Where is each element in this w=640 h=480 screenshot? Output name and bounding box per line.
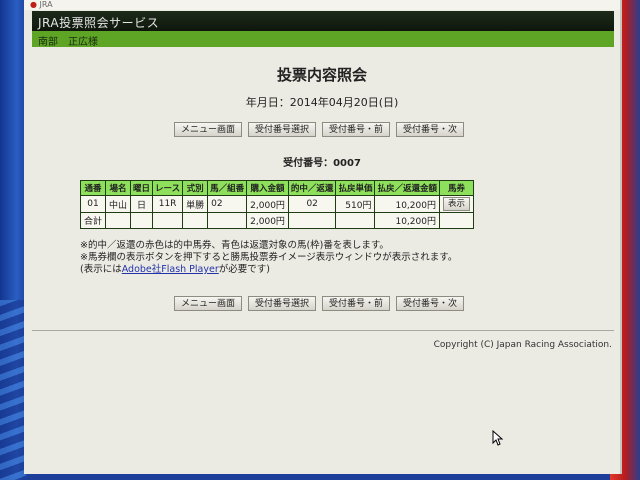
- header-bar: JRA投票照会サービス: [32, 11, 614, 31]
- background-swirl: [0, 300, 26, 480]
- notes: ※的中／返還の赤色は的中馬券、青色は返還対象の馬(枠)番を表します。 ※馬券欄の…: [80, 240, 457, 276]
- cell-type: 単勝: [182, 195, 209, 213]
- table-total-row: 合計 2,000円 10,200円: [79, 212, 474, 229]
- mouse-cursor-icon: [492, 430, 504, 446]
- col-type: 式別: [182, 180, 209, 196]
- receipt-next-button[interactable]: 受付番号・次: [396, 296, 465, 311]
- col-unit: 払戻単価: [335, 180, 376, 196]
- col-day: 曜日: [130, 180, 154, 196]
- page: ● JRA JRA投票照会サービス 南部 正広様 投票内容照会 年月日：2014…: [24, 0, 622, 474]
- service-title: JRA投票照会サービス: [38, 16, 160, 30]
- cell-seq: 01: [79, 195, 107, 213]
- cell-combo: 02: [207, 195, 248, 213]
- col-seq: 通番: [79, 180, 107, 196]
- col-venue: 場名: [105, 180, 132, 196]
- cell-total-label: 合計: [79, 212, 107, 229]
- user-name: 南部 正広様: [38, 37, 98, 48]
- receipt-select-button[interactable]: 受付番号選択: [248, 296, 317, 311]
- date-line: 年月日：2014年04月20日(日): [245, 96, 399, 109]
- cell-ticket: 表示: [438, 195, 474, 213]
- divider: [32, 330, 614, 331]
- page-title: 投票内容照会: [276, 66, 367, 84]
- flash-player-link[interactable]: Adobe社Flash Player: [122, 264, 219, 275]
- cell-unit: 510円: [335, 195, 376, 213]
- table-header-row: 通番 場名 曜日 レース 式別 馬／組番 購入金額 的中／返還 払戻単価 払戻／…: [79, 180, 474, 196]
- ticket-show-button[interactable]: 表示: [442, 197, 470, 211]
- receipt-number: 受付番号：0007: [283, 158, 361, 169]
- cell-race: 11R: [152, 195, 184, 213]
- cell-total-payout: 10,200円: [374, 212, 440, 229]
- top-strip: ● JRA: [24, 0, 620, 10]
- col-amount: 購入金額: [246, 180, 289, 196]
- receipt-prev-button[interactable]: 受付番号・前: [322, 296, 391, 311]
- cell-hit: 02: [287, 195, 337, 213]
- cell-day: 日: [130, 195, 154, 213]
- col-combo: 馬／組番: [207, 180, 248, 196]
- receipt-next-button[interactable]: 受付番号・次: [396, 122, 465, 137]
- user-bar: 南部 正広様: [32, 31, 614, 48]
- note-line-2: ※馬券欄の表示ボタンを押下すると勝馬投票券イメージ表示ウィンドウが表示されます。: [80, 252, 458, 263]
- receipt-select-button[interactable]: 受付番号選択: [248, 122, 317, 137]
- note-line-3: (表示にはAdobe社Flash Playerが必要です): [80, 264, 270, 275]
- col-race: レース: [152, 180, 184, 196]
- note-line-1: ※的中／返還の赤色は的中馬券、青色は返還対象の馬(枠)番を表します。: [80, 240, 389, 251]
- nav-row-bottom: メニュー画面 受付番号選択 受付番号・前 受付番号・次: [174, 296, 474, 312]
- cell-venue: 中山: [105, 195, 132, 213]
- logo: ● JRA: [30, 0, 53, 9]
- copyright: Copyright (C) Japan Racing Association.: [433, 340, 612, 350]
- col-hit: 的中／返還: [287, 180, 337, 196]
- table-row: 01 中山 日 11R 単勝 02 2,000円 02 510円 10,200円…: [79, 195, 474, 213]
- menu-button[interactable]: メニュー画面: [174, 122, 243, 137]
- menu-button[interactable]: メニュー画面: [174, 296, 243, 311]
- vote-table: 通番 場名 曜日 レース 式別 馬／組番 購入金額 的中／返還 払戻単価 払戻／…: [79, 180, 474, 229]
- cell-amount: 2,000円: [246, 195, 289, 213]
- receipt-prev-button[interactable]: 受付番号・前: [322, 122, 391, 137]
- nav-row-top: メニュー画面 受付番号選択 受付番号・前 受付番号・次: [174, 122, 474, 138]
- col-ticket: 馬券: [438, 180, 474, 196]
- col-payout: 払戻／返還金額: [374, 180, 440, 196]
- cell-total-amount: 2,000円: [246, 212, 289, 229]
- cell-payout: 10,200円: [374, 195, 440, 213]
